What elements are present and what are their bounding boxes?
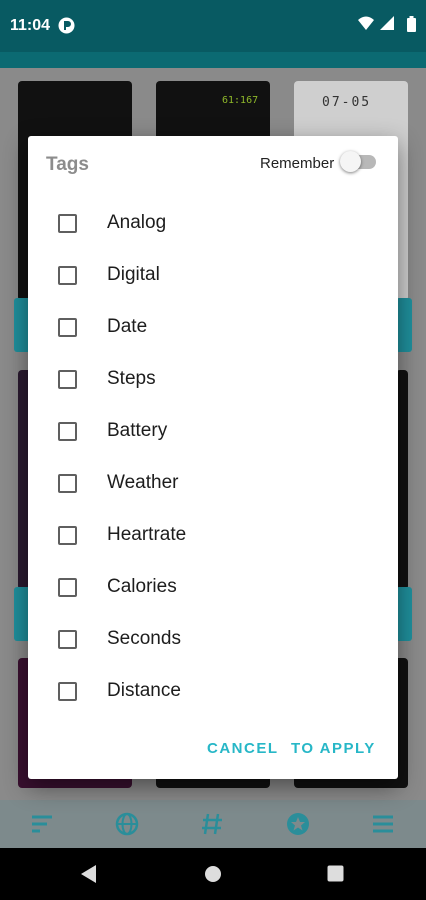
battery-icon bbox=[407, 16, 416, 32]
checkbox[interactable] bbox=[58, 370, 77, 389]
card-footer[interactable] bbox=[396, 298, 412, 352]
checkbox[interactable] bbox=[58, 214, 77, 233]
tag-option-digital[interactable]: Digital bbox=[28, 249, 398, 301]
tag-option-distance[interactable]: Distance bbox=[28, 665, 398, 717]
remember-label: Remember bbox=[260, 155, 335, 172]
tag-option-weather[interactable]: Weather bbox=[28, 457, 398, 509]
tag-option-analog[interactable]: Analog bbox=[28, 197, 398, 249]
recents-icon[interactable] bbox=[327, 865, 344, 882]
system-navigation-bar bbox=[0, 848, 426, 900]
star-icon[interactable] bbox=[281, 807, 315, 841]
checkbox[interactable] bbox=[58, 578, 77, 597]
dialog-title: Tags bbox=[46, 154, 89, 175]
signal-icon bbox=[380, 16, 394, 30]
home-icon[interactable] bbox=[204, 865, 222, 883]
bottom-navigation bbox=[0, 800, 426, 848]
card-footer[interactable] bbox=[396, 587, 412, 641]
globe-icon[interactable] bbox=[110, 807, 144, 841]
sort-icon[interactable] bbox=[25, 807, 59, 841]
app-notification-icon bbox=[58, 17, 75, 34]
toggle-thumb[interactable] bbox=[340, 151, 361, 172]
app-bar bbox=[0, 52, 426, 68]
tag-option-battery[interactable]: Battery bbox=[28, 405, 398, 457]
tags-dialog: Tags Remember Analog Digital Date Steps … bbox=[28, 136, 398, 779]
tag-label: Date bbox=[107, 316, 148, 337]
tag-label: Digital bbox=[107, 264, 160, 285]
checkbox[interactable] bbox=[58, 266, 77, 285]
tag-label: Heartrate bbox=[107, 524, 187, 545]
watchface-counter: 61:167 bbox=[222, 95, 259, 106]
checkbox[interactable] bbox=[58, 630, 77, 649]
watchface-date: 07-05 bbox=[322, 95, 372, 110]
checkbox[interactable] bbox=[58, 682, 77, 701]
tag-label: Seconds bbox=[107, 628, 181, 649]
tag-option-seconds[interactable]: Seconds bbox=[28, 613, 398, 665]
apply-button[interactable]: TO APPLY bbox=[291, 740, 376, 757]
checkbox[interactable] bbox=[58, 318, 77, 337]
hash-icon[interactable] bbox=[195, 807, 229, 841]
menu-icon[interactable] bbox=[366, 807, 400, 841]
tag-option-date[interactable]: Date bbox=[28, 301, 398, 353]
cancel-button[interactable]: CANCEL bbox=[207, 740, 279, 757]
tag-option-heartrate[interactable]: Heartrate bbox=[28, 509, 398, 561]
checkbox[interactable] bbox=[58, 422, 77, 441]
tag-label: Analog bbox=[107, 212, 167, 233]
tag-option-calories[interactable]: Calories bbox=[28, 561, 398, 613]
status-bar: 11:04 bbox=[0, 0, 426, 52]
tag-label: Steps bbox=[107, 368, 156, 389]
wifi-icon bbox=[358, 16, 374, 30]
tag-label: Calories bbox=[107, 576, 177, 597]
tag-label: Weather bbox=[107, 472, 179, 493]
back-icon[interactable] bbox=[80, 864, 98, 884]
checkbox[interactable] bbox=[58, 474, 77, 493]
checkbox[interactable] bbox=[58, 526, 77, 545]
tag-label: Battery bbox=[107, 420, 168, 441]
status-time: 11:04 bbox=[10, 17, 51, 34]
tag-option-steps[interactable]: Steps bbox=[28, 353, 398, 405]
tag-label: Distance bbox=[107, 680, 181, 701]
